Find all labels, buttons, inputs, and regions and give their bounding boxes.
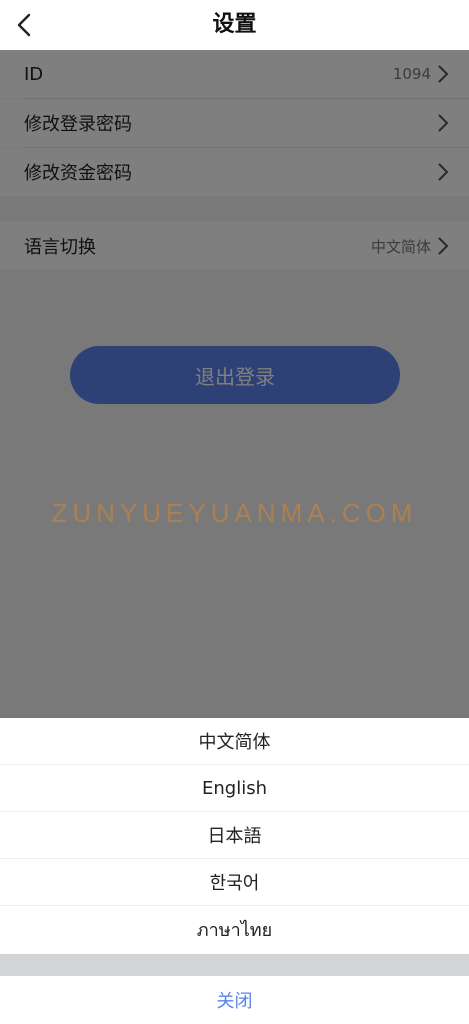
watermark-text: ZUNYUEYUANMA.COM — [51, 498, 418, 528]
language-action-sheet: 中文简体 English 日本語 한국어 ภาษาไทย 关闭 — [0, 718, 469, 1024]
modal-overlay[interactable] — [0, 50, 469, 718]
language-option-korean[interactable]: 한국어 — [0, 859, 469, 906]
header-bar: 设置 — [0, 0, 469, 50]
close-button[interactable]: 关闭 — [0, 976, 469, 1024]
page-title: 设置 — [212, 12, 257, 37]
language-option-english[interactable]: English — [0, 765, 469, 812]
language-option-chinese[interactable]: 中文简体 — [0, 718, 469, 765]
language-option-thai[interactable]: ภาษาไทย — [0, 906, 469, 953]
sheet-separator — [0, 954, 469, 976]
language-option-japanese[interactable]: 日本語 — [0, 812, 469, 859]
